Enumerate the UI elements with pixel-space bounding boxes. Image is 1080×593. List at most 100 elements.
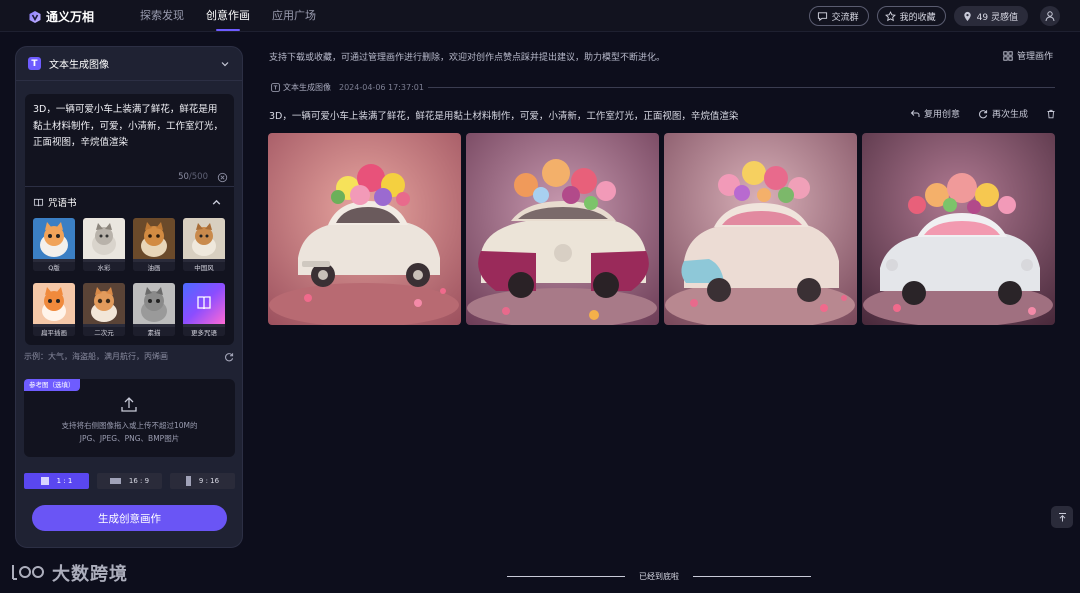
record-timestamp: 2024-04-06 17:37:01: [339, 83, 424, 92]
generated-image-2[interactable]: [466, 133, 659, 325]
style-thumb-sketch: [133, 283, 175, 324]
ratio-9-16[interactable]: 9 : 16: [170, 473, 235, 489]
style-label: 水彩: [83, 262, 125, 271]
favorites-label: 我的收藏: [899, 12, 936, 23]
style-card-oil[interactable]: 油画: [133, 218, 175, 271]
user-avatar[interactable]: [1040, 6, 1060, 26]
divider: [507, 576, 625, 577]
user-icon: [1045, 11, 1055, 22]
style-card-q[interactable]: Q版: [33, 218, 75, 271]
back-to-top-button[interactable]: [1051, 506, 1073, 528]
spellbook: 咒语书 Q版 水彩 油画 中国风 扁平插画 二次元 素描 更多咒语: [25, 186, 234, 345]
book-icon: [33, 198, 44, 206]
manage-artworks-button[interactable]: 管理画作: [1003, 49, 1053, 62]
style-label: 更多咒语: [183, 327, 225, 336]
spellbook-header[interactable]: 咒语书: [33, 195, 226, 209]
location-pin-icon: [963, 11, 971, 21]
divider: [428, 87, 1055, 88]
credits-label: 49 灵感值: [976, 12, 1018, 23]
style-thumb-chinese: [183, 218, 225, 259]
reuse-icon: [910, 109, 920, 117]
prompt-text[interactable]: 3D，一辆可爱小车上装满了鲜花，鲜花是用黏土材料制作，可爱，小清新，工作室灯光，…: [33, 102, 226, 152]
record-meta: 文本生成图像 2024-04-06 17:37:01: [271, 82, 424, 93]
style-card-anime[interactable]: 二次元: [83, 283, 125, 336]
char-counter: 50/500: [178, 172, 208, 182]
ratio-label: 16 : 9: [128, 477, 150, 485]
end-of-list: 已经到底啦: [507, 571, 811, 582]
upload-hint-line-2: JPG、JPEG、PNG、BMP图片: [79, 434, 180, 443]
example-row: 示例：大气，海盗船，满月航行，丙烯画: [24, 351, 234, 362]
generated-image-1[interactable]: [268, 133, 461, 325]
divider: [693, 576, 811, 577]
generated-image-4[interactable]: [862, 133, 1055, 325]
delete-button[interactable]: [1046, 109, 1056, 119]
style-label: Q版: [33, 262, 75, 271]
spellbook-title: 咒语书: [48, 198, 77, 209]
style-thumb-oil: [133, 218, 175, 259]
nav-apps[interactable]: 应用广场: [272, 0, 316, 32]
grid-icon: [1003, 50, 1013, 61]
square-icon: [40, 477, 49, 485]
logo-icon: [29, 10, 41, 23]
top-bar: 通义万相 探索发现 创意作画 应用广场 交流群 我的收藏 49 灵感值: [0, 0, 1080, 32]
mode-title: 文本生成图像: [49, 60, 109, 71]
style-thumb-flat: [33, 283, 75, 324]
reuse-button[interactable]: 复用创意: [910, 107, 960, 120]
style-thumb-q: [33, 218, 75, 259]
watermark-text: 大数跨境: [52, 564, 128, 585]
app-name: 通义万相: [46, 10, 95, 24]
prompt-input[interactable]: 3D，一辆可爱小车上装满了鲜花，鲜花是用黏土材料制作，可爱，小清新，工作室灯光，…: [25, 94, 234, 186]
car-image-3: [664, 133, 857, 325]
style-card-flat[interactable]: 扁平插画: [33, 283, 75, 336]
char-count-max: /500: [188, 172, 208, 182]
ratio-16-9[interactable]: 16 : 9: [97, 473, 162, 489]
portrait-icon: [185, 476, 191, 486]
arrow-up-icon: [1058, 512, 1066, 521]
chevron-down-icon: [221, 61, 229, 66]
group-chat-button[interactable]: 交流群: [808, 6, 869, 26]
generated-image-3[interactable]: [664, 133, 857, 325]
record-prompt: 3D，一辆可爱小车上装满了鲜花，鲜花是用黏土材料制作，可爱，小清新，工作室灯光，…: [269, 111, 739, 122]
ratio-1-1[interactable]: 1 : 1: [24, 473, 89, 489]
example-prompt[interactable]: 示例：大气，海盗船，满月航行，丙烯画: [24, 351, 224, 362]
record-actions: 复用创意 再次生成: [892, 107, 1056, 120]
clear-icon[interactable]: [217, 172, 228, 183]
credits-button[interactable]: 49 灵感值: [953, 6, 1028, 26]
mode-selector[interactable]: T 文本生成图像: [16, 47, 242, 81]
refresh-icon[interactable]: [224, 352, 234, 362]
generate-button[interactable]: 生成创意画作: [32, 505, 227, 531]
upload-hint-line-1: 支持将右侧图像拖入或上传不超过10M的: [61, 421, 198, 430]
car-image-2: [466, 133, 659, 325]
style-card-more[interactable]: 更多咒语: [183, 283, 225, 336]
upload-icon[interactable]: [119, 395, 139, 415]
style-label: 二次元: [83, 327, 125, 336]
end-text: 已经到底啦: [639, 572, 679, 581]
style-label: 中国风: [183, 262, 225, 271]
style-card-chinese[interactable]: 中国风: [183, 218, 225, 271]
aspect-ratio-selector: 1 : 1 16 : 9 9 : 16: [24, 473, 243, 489]
style-label: 扁平插画: [33, 327, 75, 336]
car-image-1: [268, 133, 461, 325]
style-card-watercolor[interactable]: 水彩: [83, 218, 125, 271]
reuse-label: 复用创意: [923, 110, 960, 120]
landscape-icon: [109, 478, 121, 484]
watermark-logo-icon: [12, 565, 44, 580]
watermark: 大数跨境: [10, 560, 128, 586]
generation-panel: T 文本生成图像 3D，一辆可爱小车上装满了鲜花，鲜花是用黏土材料制作，可爱，小…: [15, 46, 243, 548]
star-icon: [884, 10, 896, 21]
regenerate-label: 再次生成: [991, 110, 1028, 120]
group-chat-label: 交流群: [831, 12, 859, 23]
tip-text: 支持下载或收藏，可通过管理画作进行删除，欢迎对创作点赞点踩并提出建议，助力模型不…: [269, 53, 666, 63]
style-card-sketch[interactable]: 素描: [133, 283, 175, 336]
favorites-button[interactable]: 我的收藏: [876, 6, 946, 26]
style-thumb-watercolor: [83, 218, 125, 259]
regenerate-button[interactable]: 再次生成: [978, 107, 1028, 120]
reference-upload[interactable]: 参考图（选填） 支持将右侧图像拖入或上传不超过10M的 JPG、JPEG、PNG…: [24, 379, 235, 457]
text-mode-icon: T: [28, 57, 41, 70]
app-logo[interactable]: 通义万相: [28, 8, 94, 25]
nav-creative[interactable]: 创意作画: [206, 0, 250, 32]
nav-explore[interactable]: 探索发现: [140, 0, 184, 32]
result-gallery: [268, 133, 1060, 325]
style-thumb-more: [183, 283, 225, 324]
reference-tag: 参考图（选填）: [24, 379, 80, 391]
